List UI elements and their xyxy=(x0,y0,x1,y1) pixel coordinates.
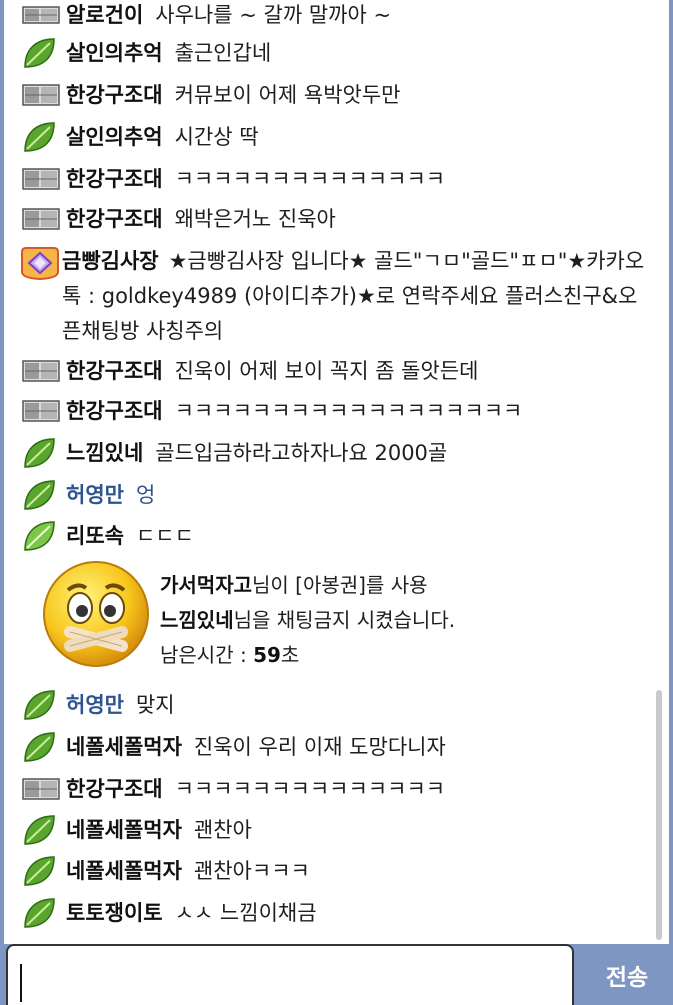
actor-nickname[interactable]: 가서먹자고 xyxy=(160,573,252,597)
nickname[interactable]: 리또속 xyxy=(66,517,124,555)
message-text: 진욱이 어제 보이 꼭지 좀 돌앗든데 xyxy=(174,359,479,383)
chat-message: 한강구조대 왜박은거노 진욱아 xyxy=(22,200,336,238)
chat-message: 살인의추억 출근인갑네 xyxy=(22,34,271,72)
input-bar: 전송 xyxy=(0,944,673,1005)
chat-message: 알로건이 사우나를 ~ 갈까 말까아 ~ xyxy=(22,0,391,34)
nickname[interactable]: 금빵김사장 xyxy=(62,249,159,273)
multiline-message: 금빵김사장 ★금빵김사장 입니다★ 골드"ㄱㅁ"골드"ㅍㅁ"★카카오톡 : gol… xyxy=(62,244,652,349)
message-text: 커뮤보이 어제 욕박앗두만 xyxy=(174,83,401,107)
chat-message: 느낌있네 골드입금하라고하자나요 2000골 xyxy=(22,434,447,472)
chat-message: 금빵김사장 ★금빵김사장 입니다★ 골드"ㄱㅁ"골드"ㅍㅁ"★카카오톡 : gol… xyxy=(21,244,652,349)
metal-icon xyxy=(22,76,66,114)
chat-ban-notice: 가서먹자고님이 [아봉권]를 사용 느낌있네님을 채팅금지 시켰습니다. 남은시… xyxy=(40,558,600,682)
metal-icon xyxy=(22,392,66,430)
nickname[interactable]: 한강구조대 xyxy=(66,76,163,114)
nickname[interactable]: 살인의추억 xyxy=(66,118,163,156)
remaining-value: 59 xyxy=(253,643,281,667)
nickname[interactable]: 허영만 xyxy=(66,476,124,514)
metal-icon xyxy=(22,160,66,198)
chat-message: 한강구조대 진욱이 어제 보이 꼭지 좀 돌앗든데 xyxy=(22,352,478,390)
chat-message: 리또속 ㄷㄷㄷ xyxy=(22,517,194,555)
send-button[interactable]: 전송 xyxy=(581,944,673,1005)
leaf-icon xyxy=(22,476,66,514)
nickname[interactable]: 한강구조대 xyxy=(66,392,163,430)
leaf-icon xyxy=(22,34,66,72)
nickname[interactable]: 살인의추억 xyxy=(66,34,163,72)
message-text: 시간상 딱 xyxy=(174,125,259,149)
metal-icon xyxy=(22,352,66,390)
message-text: 왜박은거노 진욱아 xyxy=(174,207,336,231)
message-text: 출근인갑네 xyxy=(174,41,272,65)
notice-text: 가서먹자고님이 [아봉권]를 사용 느낌있네님을 채팅금지 시켰습니다. 남은시… xyxy=(160,568,455,673)
remaining-unit: 초 xyxy=(280,643,300,667)
notice-line-2: 님을 채팅금지 시켰습니다. xyxy=(233,608,456,632)
message-text: ㄷㄷㄷ xyxy=(135,524,194,548)
metal-icon xyxy=(22,200,66,238)
notice-line-1: 님이 [아봉권]를 사용 xyxy=(252,573,428,597)
message-text: 사우나를 ~ 갈까 말까아 ~ xyxy=(155,3,392,27)
target-nickname[interactable]: 느낌있네 xyxy=(160,608,234,632)
chat-scrollbar[interactable] xyxy=(656,690,662,940)
message-text: ㅋㅋㅋㅋㅋㅋㅋㅋㅋㅋㅋㅋㅋㅋ xyxy=(174,167,446,191)
diamond-badge-icon xyxy=(18,244,62,282)
muted-face-icon xyxy=(40,558,152,674)
nickname[interactable]: 한강구조대 xyxy=(66,200,163,238)
chat-message: 살인의추억 시간상 딱 xyxy=(22,118,259,156)
message-text: 골드입금하라고하자나요 2000골 xyxy=(155,441,448,465)
chat-log[interactable]: 알로건이 사우나를 ~ 갈까 말까아 ~ 살인의추억 출근인갑네 한강구조대 커… xyxy=(4,0,669,944)
text-caret xyxy=(20,964,22,1002)
chat-message: 한강구조대 커뮤보이 어제 욕박앗두만 xyxy=(22,76,400,114)
leaf-icon xyxy=(22,434,66,472)
chat-message: 허영만 엉 xyxy=(22,476,155,514)
nickname[interactable]: 느낌있네 xyxy=(66,434,143,472)
nickname[interactable]: 한강구조대 xyxy=(66,352,163,390)
chat-message: 한강구조대 ㅋㅋㅋㅋㅋㅋㅋㅋㅋㅋㅋㅋㅋㅋ xyxy=(22,160,445,198)
chat-message: 한강구조대 ㅋㅋㅋㅋㅋㅋㅋㅋㅋㅋㅋㅋㅋㅋㅋㅋㅋㅋ xyxy=(22,392,522,430)
leaf-icon xyxy=(22,517,66,555)
message-text: 엉 xyxy=(135,483,156,507)
leaf-icon xyxy=(22,118,66,156)
remaining-label: 남은시간 : xyxy=(160,643,254,667)
chat-input[interactable] xyxy=(6,944,574,1005)
nickname[interactable]: 알로건이 xyxy=(66,0,143,34)
metal-icon xyxy=(22,0,66,34)
message-text: ㅋㅋㅋㅋㅋㅋㅋㅋㅋㅋㅋㅋㅋㅋㅋㅋㅋㅋ xyxy=(174,399,523,423)
window-frame-right xyxy=(669,0,673,948)
nickname[interactable]: 한강구조대 xyxy=(66,160,163,198)
